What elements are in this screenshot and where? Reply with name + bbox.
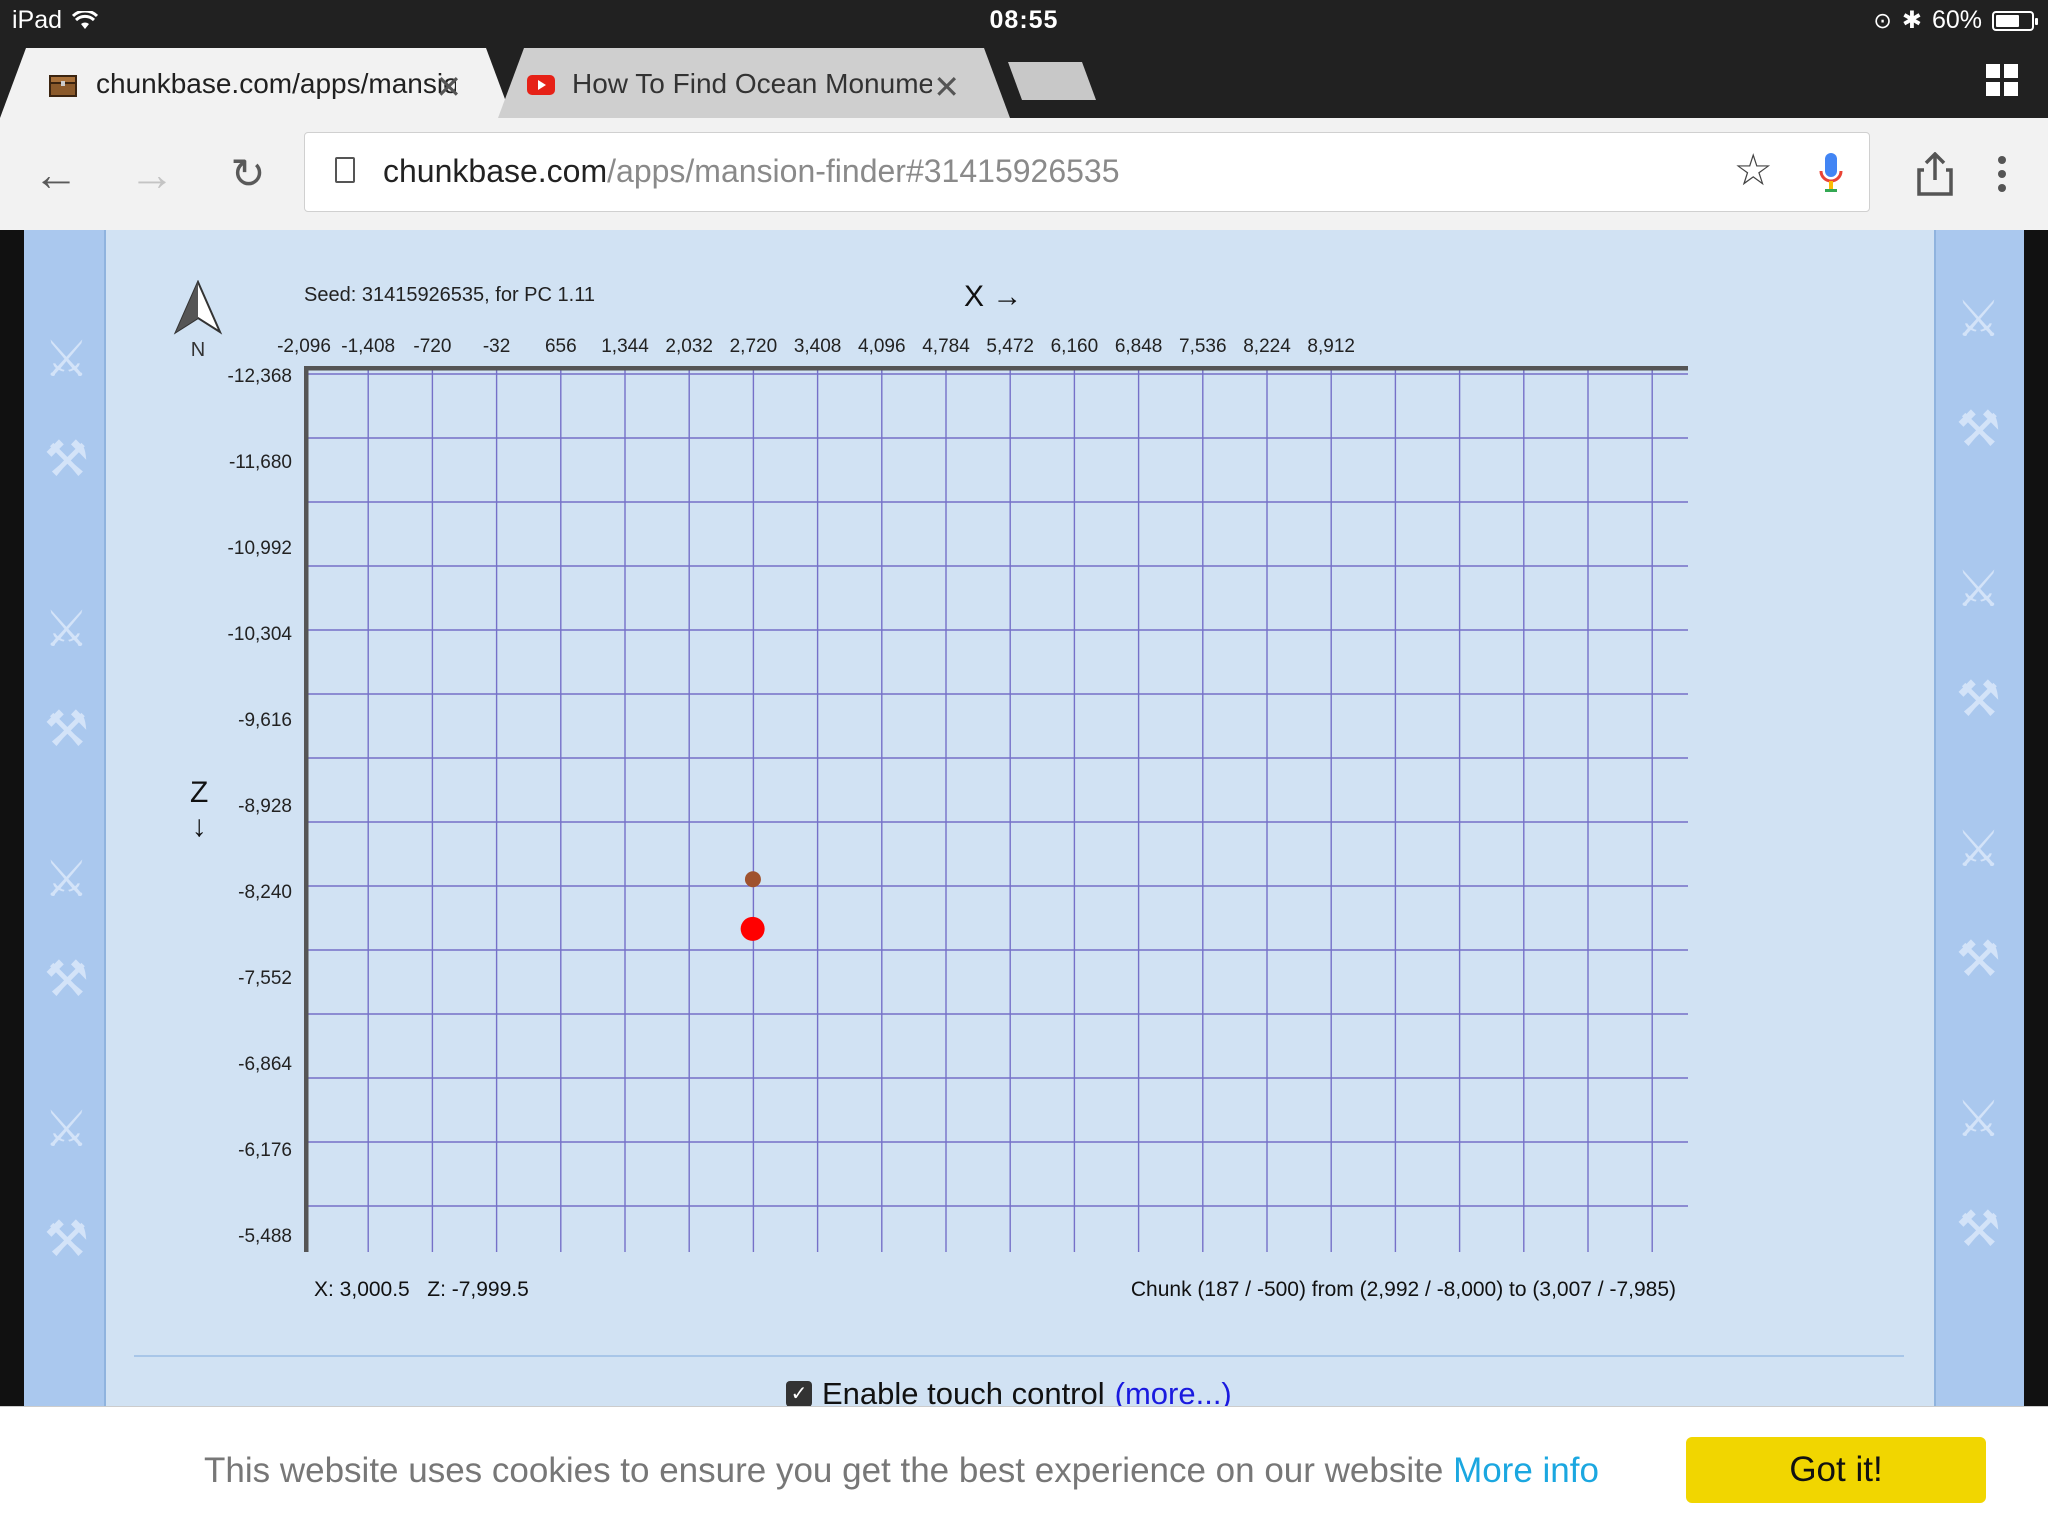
- more-info-link[interactable]: More info: [1453, 1451, 1599, 1490]
- z-tick-label: -8,240: [238, 882, 292, 903]
- right-decor-panel: ⚔ ⚒ ⚔ ⚒ ⚔ ⚒ ⚔ ⚒: [1936, 230, 2024, 1406]
- shovel-icon: ⚒: [1956, 931, 2001, 987]
- north-compass-icon: N: [173, 280, 223, 360]
- x-tick-label: 2,032: [665, 336, 713, 357]
- x-tick-label: 656: [544, 336, 577, 357]
- got-it-button[interactable]: Got it!: [1686, 1437, 1986, 1503]
- minecraft-chest-icon: [49, 75, 77, 97]
- sword-icon: ⚔: [44, 601, 89, 657]
- new-tab-button[interactable]: [1008, 62, 1096, 100]
- sword-icon: ⚔: [44, 851, 89, 907]
- x-tick-label: 4,096: [858, 336, 906, 357]
- sword-icon: ⚔: [1956, 561, 2001, 617]
- map-grid[interactable]: [304, 366, 1688, 1252]
- more-menu-icon[interactable]: [1998, 156, 2006, 192]
- url-domain: chunkbase.com: [383, 153, 608, 189]
- x-tick-label: -32: [482, 336, 511, 357]
- battery-icon: [1992, 10, 2038, 31]
- z-tick-label: -10,304: [227, 624, 292, 645]
- microphone-icon[interactable]: [1819, 153, 1843, 193]
- x-tick-label: 3,408: [793, 336, 842, 357]
- shovel-icon: ⚒: [44, 431, 89, 487]
- z-tick-label: -6,176: [238, 1140, 292, 1161]
- z-tick-label: -9,616: [238, 710, 292, 731]
- back-arrow-icon[interactable]: ←: [30, 148, 82, 200]
- shovel-icon: ⚒: [1956, 1201, 2001, 1257]
- x-tick-label: -720: [413, 336, 452, 357]
- sword-icon: ⚔: [1956, 821, 2001, 877]
- x-tick-label: 7,536: [1179, 336, 1227, 357]
- z-tick-label: -7,552: [238, 968, 292, 989]
- shovel-icon: ⚒: [44, 1211, 89, 1267]
- forward-arrow-icon[interactable]: →: [126, 148, 178, 200]
- tab-youtube[interactable]: How To Find Ocean Monuments ✕: [498, 48, 1010, 118]
- divider: [134, 1355, 1904, 1357]
- cursor-coordinates: X: 3,000.5 Z: -7,999.5: [314, 1278, 529, 1301]
- z-tick-label: -5,488: [238, 1226, 292, 1247]
- small-marker[interactable]: [744, 871, 761, 888]
- cookie-banner: This website uses cookies to ensure you …: [0, 1406, 2048, 1537]
- x-axis-title: X →: [964, 280, 1023, 313]
- battery-percent: 60%: [1931, 6, 1982, 34]
- sword-icon: ⚔: [44, 331, 89, 387]
- address-bar[interactable]: chunkbase.com/apps/mansion-finder#314159…: [304, 132, 1870, 212]
- tab-strip: chunkbase.com/apps/mansion-finder ✕ How …: [0, 42, 2048, 118]
- tab-title: chunkbase.com/apps/mansion-finder: [96, 68, 456, 99]
- compass-label: N: [191, 339, 205, 360]
- x-tick-label: 6,160: [1050, 336, 1099, 357]
- seed-label: Seed: 31415926535, for PC 1.11: [304, 284, 595, 306]
- browser-toolbar: ← → ↻ chunkbase.com/apps/mansion-finder#…: [0, 118, 2048, 230]
- sword-icon: ⚔: [1956, 291, 2001, 347]
- reload-icon[interactable]: ↻: [222, 148, 274, 200]
- url-path: /apps/mansion-finder#31415926535: [607, 153, 1120, 189]
- x-tick-label: 5,472: [986, 336, 1034, 357]
- shovel-icon: ⚒: [44, 701, 89, 757]
- bluetooth-icon: ✱: [1901, 7, 1922, 34]
- share-icon[interactable]: [1916, 152, 1954, 196]
- tab-switcher-icon[interactable]: [1986, 64, 2018, 96]
- close-tab-icon[interactable]: ✕: [933, 68, 960, 106]
- x-tick-label: 4,784: [922, 336, 970, 357]
- x-tick-label: -1,408: [341, 336, 396, 357]
- cookie-message: This website uses cookies to ensure you …: [204, 1451, 1599, 1491]
- z-tick-label: -6,864: [238, 1054, 292, 1075]
- z-tick-label: -11,680: [228, 452, 292, 473]
- x-tick-label: 8,912: [1307, 336, 1355, 357]
- status-bar: iPad 08:55 ⊙ ✱ 60%: [0, 0, 2048, 42]
- sword-icon: ⚔: [1956, 1091, 2001, 1147]
- z-tick-label: -8,928: [238, 796, 292, 817]
- z-tick-label: -12,368: [227, 366, 292, 387]
- x-tick-label: 6,848: [1114, 336, 1163, 357]
- left-decor-panel: ⚔ ⚒ ⚔ ⚒ ⚔ ⚒ ⚔ ⚒: [24, 230, 104, 1406]
- x-tick-label: 1,344: [601, 336, 649, 357]
- url-text[interactable]: chunkbase.com/apps/mansion-finder#314159…: [383, 153, 1120, 190]
- shovel-icon: ⚒: [1956, 401, 2001, 457]
- shovel-icon: ⚒: [44, 951, 89, 1007]
- clock: 08:55: [989, 6, 1059, 34]
- x-tick-label: -2,096: [277, 336, 331, 357]
- tab-title: How To Find Ocean Monuments: [572, 68, 932, 99]
- touch-control-checkbox[interactable]: ✓: [786, 1381, 812, 1407]
- page-icon: [335, 157, 355, 183]
- z-tick-label: -10,992: [227, 538, 292, 559]
- mansion-marker[interactable]: [740, 916, 765, 941]
- tab-chunkbase[interactable]: chunkbase.com/apps/mansion-finder ✕: [0, 48, 512, 118]
- shovel-icon: ⚒: [1956, 671, 2001, 727]
- x-tick-label: 2,720: [729, 336, 778, 357]
- chunk-info: Chunk (187 / -500) from (2,992 / -8,000)…: [1130, 1278, 1676, 1301]
- sword-icon: ⚔: [44, 1101, 89, 1157]
- x-tick-label: 8,224: [1243, 336, 1291, 357]
- close-tab-icon[interactable]: ✕: [435, 68, 462, 106]
- bookmark-star-icon[interactable]: ☆: [1734, 145, 1773, 196]
- cookie-text: This website uses cookies to ensure you …: [204, 1451, 1444, 1490]
- rotation-lock-icon: ⊙: [1873, 7, 1892, 33]
- youtube-icon: [527, 75, 555, 95]
